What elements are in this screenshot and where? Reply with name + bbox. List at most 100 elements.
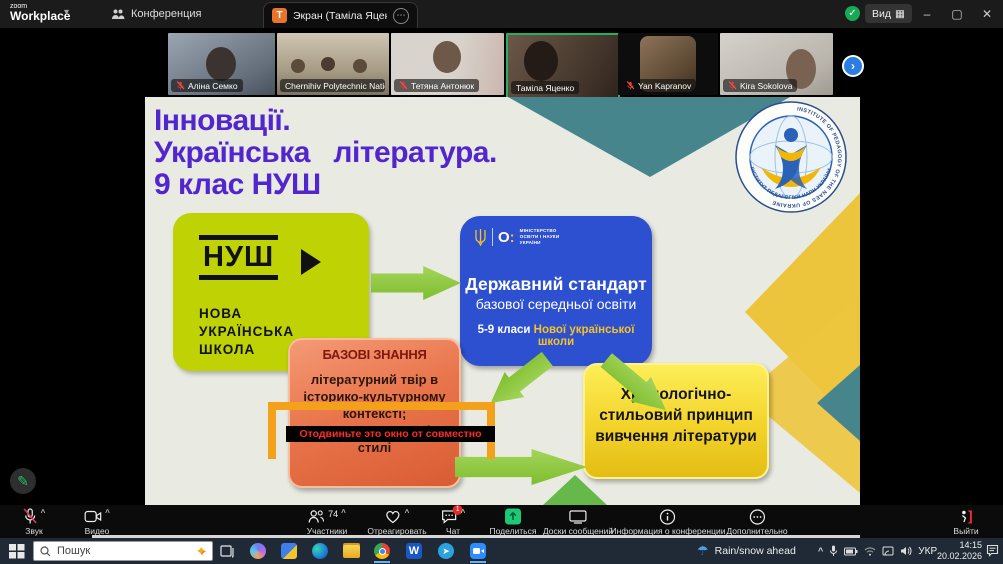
chat-button[interactable]: 1 ^ Чат: [441, 508, 466, 536]
audio-button[interactable]: ^ Звук: [23, 508, 46, 536]
video-tile[interactable]: Kira Sokolova: [720, 33, 833, 95]
workplace-chevron-down-icon[interactable]: ▾: [64, 7, 69, 18]
video-tile[interactable]: Yan Kapranov: [618, 33, 718, 95]
chronology-line3: вивчення літератури: [585, 427, 767, 448]
video-tile[interactable]: Chernihiv Polytechnic Nation...: [277, 33, 389, 95]
zoom-app-icon[interactable]: [468, 541, 488, 561]
ministry-logo-row: О: МІНІСТЕРСТВО ОСВІТИ І НАУКИ УКРАЇНИ: [474, 228, 559, 246]
search-highlights-sparkle-icon: ✦: [196, 544, 206, 558]
info-icon: [660, 509, 676, 525]
photos-icon[interactable]: [279, 541, 299, 561]
participant-name-pill: Аліна Семко: [171, 79, 243, 92]
share-screen-icon: [505, 508, 522, 525]
basic-line1: літературний твір в: [290, 372, 459, 389]
battery-icon[interactable]: [844, 547, 858, 556]
tab-meeting[interactable]: Конференция: [103, 0, 209, 28]
start-button[interactable]: [8, 543, 26, 559]
minimize-button[interactable]: –: [912, 0, 942, 28]
leave-icon: [958, 509, 974, 525]
slide-title-line3: 9 клас НУШ: [154, 169, 497, 201]
nush-line3: ШКОЛА: [199, 341, 294, 359]
more-ellipsis-icon: [749, 509, 765, 525]
participant-name-pill: Таміла Яценко: [511, 81, 579, 94]
close-button[interactable]: ✕: [972, 0, 1002, 28]
share-button[interactable]: Поделиться: [490, 508, 537, 536]
notification-center-icon[interactable]: [986, 544, 999, 557]
zoom-titlebar: zoom Workplace ▾ Конференция T Экран (Та…: [0, 0, 1003, 28]
next-participants-button[interactable]: ›: [842, 55, 864, 77]
leave-button[interactable]: Выйти: [953, 508, 978, 536]
play-triangle-icon: [301, 249, 321, 275]
chat-chevron-icon[interactable]: ^: [461, 508, 466, 517]
camera-icon: [84, 510, 102, 523]
nush-full-name: НОВА УКРАЇНСЬКА ШКОЛА: [199, 305, 294, 360]
cast-icon[interactable]: [882, 546, 894, 556]
standard-title: Державний стандарт: [460, 274, 652, 295]
tab-screen-share[interactable]: T Экран (Таміла Яценко) ⋯: [263, 2, 418, 28]
slide-title-line1: Інновації.: [154, 105, 497, 137]
video-chevron-icon[interactable]: ^: [105, 508, 110, 517]
participants-button[interactable]: 74 ^ Участники: [307, 508, 348, 536]
nush-line1: НОВА: [199, 305, 294, 323]
video-tile[interactable]: Тетяна Антонюк: [391, 33, 504, 95]
edge-icon[interactable]: [310, 541, 330, 561]
participant-name: Kira Sokolova: [740, 81, 792, 91]
mon-logo-o: О: [498, 229, 510, 246]
chronology-box: Хронологічно- стильовий принцип вивчення…: [583, 363, 769, 479]
state-standard-box: О: МІНІСТЕРСТВО ОСВІТИ І НАУКИ УКРАЇНИ Д…: [460, 216, 652, 366]
institute-of-pedagogy-logo: INSTITUTE OF PEDAGOGY OF THE NAES OF UKR…: [735, 101, 847, 213]
wifi-icon[interactable]: [864, 546, 876, 556]
participant-name: Таміла Яценко: [516, 83, 574, 93]
clock[interactable]: 14:15 20.02.2026: [930, 540, 982, 563]
heart-icon: [385, 509, 402, 524]
task-view-icon[interactable]: [217, 541, 237, 561]
word-icon[interactable]: W: [404, 541, 424, 561]
file-explorer-icon[interactable]: [341, 541, 361, 561]
weather-widget[interactable]: ☂ Rain/snow ahead: [697, 538, 796, 564]
ministry-line3: УКРАЇНИ: [520, 240, 560, 246]
more-button[interactable]: Дополнительно: [726, 508, 787, 536]
tray-chevron-icon[interactable]: ^: [818, 546, 823, 556]
chronology-line1: Хронологічно-: [585, 385, 767, 406]
copilot-icon[interactable]: [248, 541, 268, 561]
tab-options-ellipsis-icon[interactable]: ⋯: [393, 8, 409, 24]
muted-mic-icon: [176, 81, 185, 90]
leave-label: Выйти: [953, 526, 978, 536]
tray-mic-icon[interactable]: [829, 545, 838, 557]
system-tray: ^ УКР: [818, 538, 937, 564]
search-input[interactable]: Пошук ✦: [33, 541, 213, 561]
video-tile[interactable]: Аліна Семко: [168, 33, 275, 95]
security-shield-icon[interactable]: ✓: [845, 6, 860, 21]
zoom-toolbar: ^ Звук ^ Видео 74 ^ Участники ^ Отреагир…: [0, 505, 1003, 538]
chronology-line2: стильовий принцип: [585, 406, 767, 427]
mon-logo-colon: :: [510, 229, 515, 246]
view-button[interactable]: Вид ▦: [865, 4, 912, 23]
active-app-underline: [470, 561, 486, 563]
participants-icon: [308, 509, 325, 524]
volume-icon[interactable]: [900, 546, 912, 556]
video-tile-active-speaker[interactable]: Таміла Яценко: [506, 33, 620, 99]
react-button[interactable]: ^ Отреагировать: [367, 508, 426, 536]
tab-meeting-label: Конференция: [131, 8, 201, 20]
weather-icon: ☂: [697, 543, 709, 559]
participant-name: Аліна Семко: [188, 81, 238, 91]
chrome-icon[interactable]: [372, 541, 392, 561]
telegram-icon[interactable]: ➤: [436, 541, 456, 561]
chevron-right-icon: ›: [844, 57, 862, 75]
logo-workplace-text: Workplace: [10, 10, 70, 22]
react-chevron-icon[interactable]: ^: [405, 508, 410, 517]
grid-icon: ▦: [895, 8, 905, 20]
maximize-button[interactable]: ▢: [942, 0, 972, 28]
participant-name-pill: Chernihiv Polytechnic Nation...: [280, 79, 385, 92]
chronology-text: Хронологічно- стильовий принцип вивчення…: [585, 385, 767, 448]
video-button[interactable]: ^ Видео: [84, 508, 110, 536]
participants-chevron-icon[interactable]: ^: [341, 508, 346, 517]
audio-chevron-icon[interactable]: ^: [41, 508, 46, 517]
participant-name-pill: Тетяна Антонюк: [394, 79, 479, 92]
meeting-info-button[interactable]: Информация о конференции: [611, 508, 726, 536]
view-label: Вид: [872, 8, 891, 20]
search-icon: [40, 546, 51, 557]
boards-button[interactable]: Доски сообщений: [543, 508, 613, 536]
annotate-pen-button[interactable]: ✎: [10, 468, 36, 494]
people-icon: [111, 8, 125, 20]
